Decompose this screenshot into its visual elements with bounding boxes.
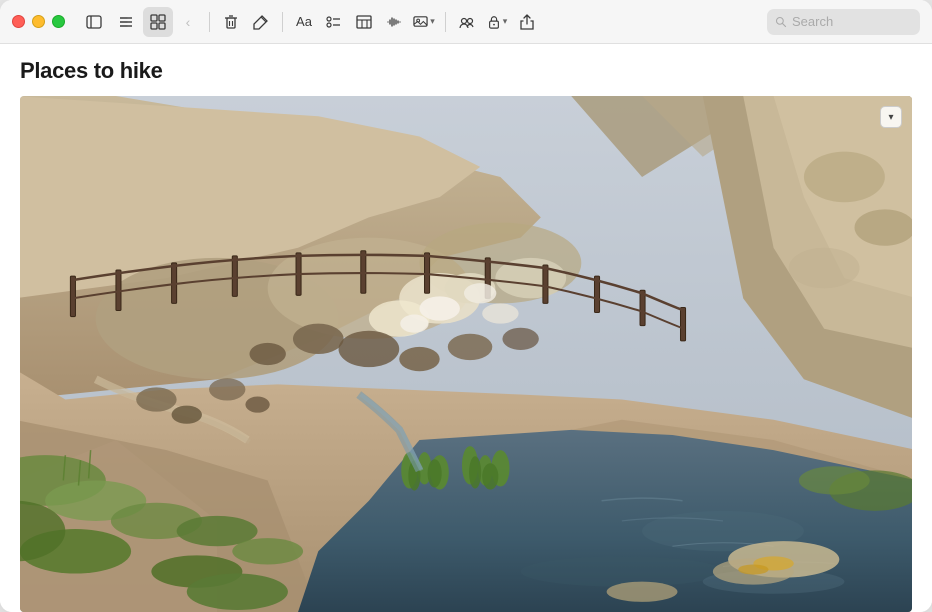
divider-1: [209, 12, 210, 32]
share-button[interactable]: [512, 7, 542, 37]
compose-button[interactable]: [246, 7, 276, 37]
back-button[interactable]: ‹: [175, 9, 201, 35]
sidebar-toggle-button[interactable]: [79, 7, 109, 37]
table-button[interactable]: [349, 7, 379, 37]
search-icon: [775, 16, 787, 28]
audio-button[interactable]: [379, 7, 409, 37]
note-content: Places to hike: [0, 44, 932, 612]
media-button[interactable]: ▾: [409, 7, 439, 37]
search-input[interactable]: [792, 14, 912, 29]
media-dropdown-caret: ▾: [430, 16, 435, 27]
format-text-label: Aa: [296, 14, 312, 29]
app-window: ‹ Aa: [0, 0, 932, 612]
traffic-lights: [12, 15, 65, 28]
note-title: Places to hike: [20, 58, 912, 84]
divider-2: [282, 12, 283, 32]
collaborate-button[interactable]: [452, 7, 482, 37]
list-view-button[interactable]: [111, 7, 141, 37]
note-image-container: ▾: [20, 96, 912, 612]
delete-button[interactable]: [216, 7, 246, 37]
checklist-button[interactable]: [319, 7, 349, 37]
search-area[interactable]: [767, 9, 920, 35]
image-dropdown-button[interactable]: ▾: [880, 106, 902, 128]
minimize-button[interactable]: [32, 15, 45, 28]
view-controls: [79, 7, 173, 37]
lock-button[interactable]: ▾: [482, 7, 512, 37]
note-image: [20, 96, 912, 612]
close-button[interactable]: [12, 15, 25, 28]
maximize-button[interactable]: [52, 15, 65, 28]
divider-3: [445, 12, 446, 32]
titlebar: ‹ Aa: [0, 0, 932, 44]
lock-dropdown-caret: ▾: [503, 16, 508, 27]
format-text-button[interactable]: Aa: [289, 7, 319, 37]
image-dropdown-icon: ▾: [888, 112, 893, 123]
grid-view-button[interactable]: [143, 7, 173, 37]
